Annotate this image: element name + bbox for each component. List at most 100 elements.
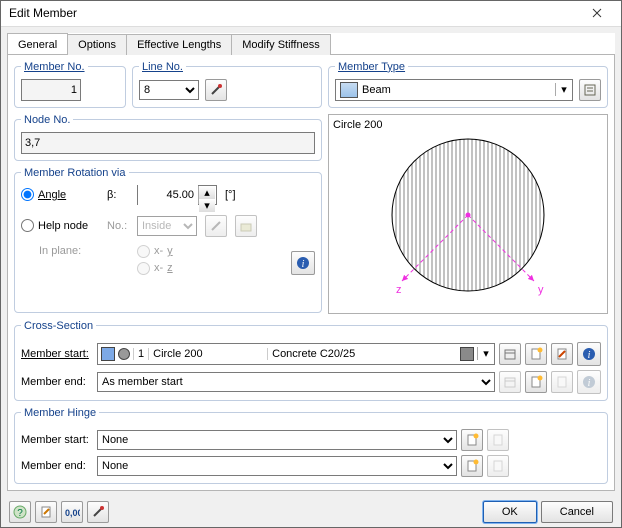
hinge-start-select[interactable]: None [97, 430, 457, 450]
plane-xy-radio: x-y [137, 245, 173, 258]
settings-icon [583, 83, 597, 97]
rotation-angle-unit: [°] [225, 189, 236, 201]
in-plane-label: In plane: [21, 245, 99, 257]
spin-up[interactable]: ▴ [199, 186, 215, 199]
axis-y-label: y [538, 284, 544, 296]
pick-line-button[interactable] [205, 79, 227, 101]
member-type-group: Member Type Beam ▾ [328, 61, 608, 108]
pick-icon [91, 505, 105, 519]
units-button[interactable]: 0,00 [61, 501, 83, 523]
pick-button[interactable] [87, 501, 109, 523]
rotation-angle-radio[interactable]: Angle [21, 188, 99, 201]
cs-start-new-button[interactable] [525, 343, 547, 365]
member-no-group: Member No. [14, 61, 126, 108]
member-no-field [21, 79, 81, 101]
cs-end-edit-button [551, 371, 573, 393]
hinge-end-new-button[interactable] [461, 455, 483, 477]
tab-modify-stiffness[interactable]: Modify Stiffness [231, 34, 330, 55]
footer-bar: ? 0,00 OK Cancel [1, 497, 621, 527]
member-no-legend: Member No. [24, 61, 85, 73]
spin-down[interactable]: ▾ [199, 199, 215, 212]
units-icon: 0,00 [64, 505, 80, 519]
rotation-info-button[interactable]: i [291, 251, 315, 275]
helpnode-new-button [235, 215, 257, 237]
member-type-value: Beam [362, 84, 555, 96]
ok-button[interactable]: OK [483, 501, 537, 523]
member-type-dropdown[interactable]: ▾ [555, 83, 572, 96]
cs-start-info-button[interactable]: i [577, 342, 601, 366]
section-shape-icon [118, 348, 130, 360]
tab-options[interactable]: Options [67, 34, 127, 55]
help-icon: ? [13, 505, 27, 519]
new-icon [529, 347, 543, 361]
titlebar: Edit Member [1, 1, 621, 27]
cs-end-select[interactable]: As member start [97, 372, 495, 392]
close-icon [592, 8, 602, 18]
member-rotation-group: Member Rotation via Angle β: ▴▾ [°] [14, 167, 322, 313]
member-type-legend: Member Type [338, 61, 405, 73]
line-no-legend: Line No. [142, 61, 183, 73]
cancel-button[interactable]: Cancel [541, 501, 613, 523]
tab-effective-lengths[interactable]: Effective Lengths [126, 34, 232, 55]
cs-end-swatch [460, 347, 474, 361]
tab-bar: General Options Effective Lengths Modify… [7, 33, 615, 55]
rotation-angle-spinner[interactable]: ▴▾ [137, 185, 217, 205]
cs-start-material: Concrete C20/25 [267, 348, 457, 360]
hinge-start-new-button[interactable] [461, 429, 483, 451]
cs-start-name: Circle 200 [148, 348, 267, 360]
rotation-angle-value[interactable] [138, 185, 198, 205]
cross-section-legend: Cross-Section [24, 320, 93, 332]
preview-title: Circle 200 [333, 119, 603, 131]
new-icon [465, 459, 479, 473]
beam-swatch-icon [340, 82, 358, 98]
axis-z-label: z [396, 284, 402, 296]
line-no-select[interactable]: 8 [139, 80, 199, 100]
edit-member-window: Edit Member General Options Effective Le… [0, 0, 622, 528]
member-rotation-legend: Member Rotation via [24, 167, 126, 179]
library-icon [503, 375, 517, 389]
cs-start-select[interactable]: 1 Circle 200 Concrete C20/25 ▾ [97, 343, 495, 365]
hinge-end-select[interactable]: None [97, 456, 457, 476]
window-title: Edit Member [9, 6, 581, 20]
cs-start-library-button[interactable] [499, 343, 521, 365]
tab-general[interactable]: General [7, 33, 68, 54]
new-icon [465, 433, 479, 447]
rotation-angle-symbol: β: [107, 189, 129, 201]
helpnode-pick-button [205, 215, 227, 237]
cs-start-label: Member start: [21, 348, 89, 360]
rotation-helpnode-radio[interactable]: Help node [21, 219, 99, 232]
cs-start-edit-button[interactable] [551, 343, 573, 365]
tab-panel-general: Member No. Line No. 8 Member Type [7, 55, 615, 491]
info-icon: i [296, 256, 310, 270]
edit-icon [555, 347, 569, 361]
library-icon [503, 347, 517, 361]
hinge-end-label: Member end: [21, 460, 86, 472]
folder-icon [239, 219, 253, 233]
help-button[interactable]: ? [9, 501, 31, 523]
member-hinge-legend: Member Hinge [24, 407, 96, 419]
svg-text:i: i [588, 378, 591, 389]
node-no-field [21, 132, 315, 154]
svg-text:?: ? [17, 508, 23, 519]
member-type-settings-button[interactable] [579, 79, 601, 101]
svg-text:0,00: 0,00 [65, 508, 80, 518]
node-no-group: Node No. [14, 114, 322, 161]
close-button[interactable] [581, 3, 613, 23]
pick-icon [209, 219, 223, 233]
note-icon [39, 505, 53, 519]
line-no-group: Line No. 8 [132, 61, 322, 108]
svg-text:i: i [302, 259, 305, 270]
pick-icon [209, 83, 223, 97]
cs-end-new-button[interactable] [525, 371, 547, 393]
cross-section-group: Cross-Section Member start: 1 Circle 200… [14, 320, 608, 401]
hinge-start-label: Member start: [21, 434, 89, 446]
member-hinge-group: Member Hinge Member start: None Member e… [14, 407, 608, 484]
note-button[interactable] [35, 501, 57, 523]
hinge-end-edit-button [487, 455, 509, 477]
cs-end-info-button: i [577, 370, 601, 394]
section-preview: Circle 200 z [328, 114, 608, 314]
material-color-swatch [101, 347, 115, 361]
cs-start-index: 1 [133, 348, 148, 360]
hinge-start-edit-button [487, 429, 509, 451]
cs-end-library-button[interactable] [499, 371, 521, 393]
